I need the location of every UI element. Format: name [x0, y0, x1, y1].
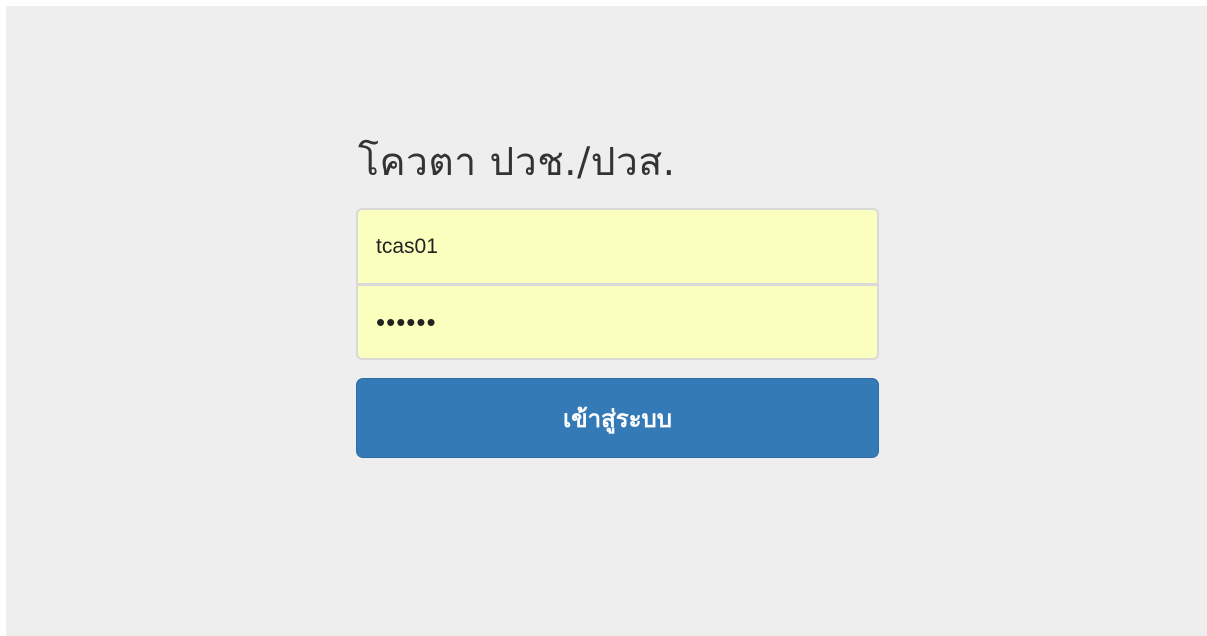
login-button[interactable]: เข้าสู่ระบบ: [356, 378, 879, 458]
page-title: โควตา ปวช./ปวส.: [358, 140, 676, 185]
password-field[interactable]: [356, 284, 879, 360]
login-form: โควตา ปวช./ปวส. เข้าสู่ระบบ: [356, 134, 879, 458]
page-background: โควตา ปวช./ปวส. เข้าสู่ระบบ: [6, 6, 1207, 636]
username-field[interactable]: [356, 208, 879, 284]
